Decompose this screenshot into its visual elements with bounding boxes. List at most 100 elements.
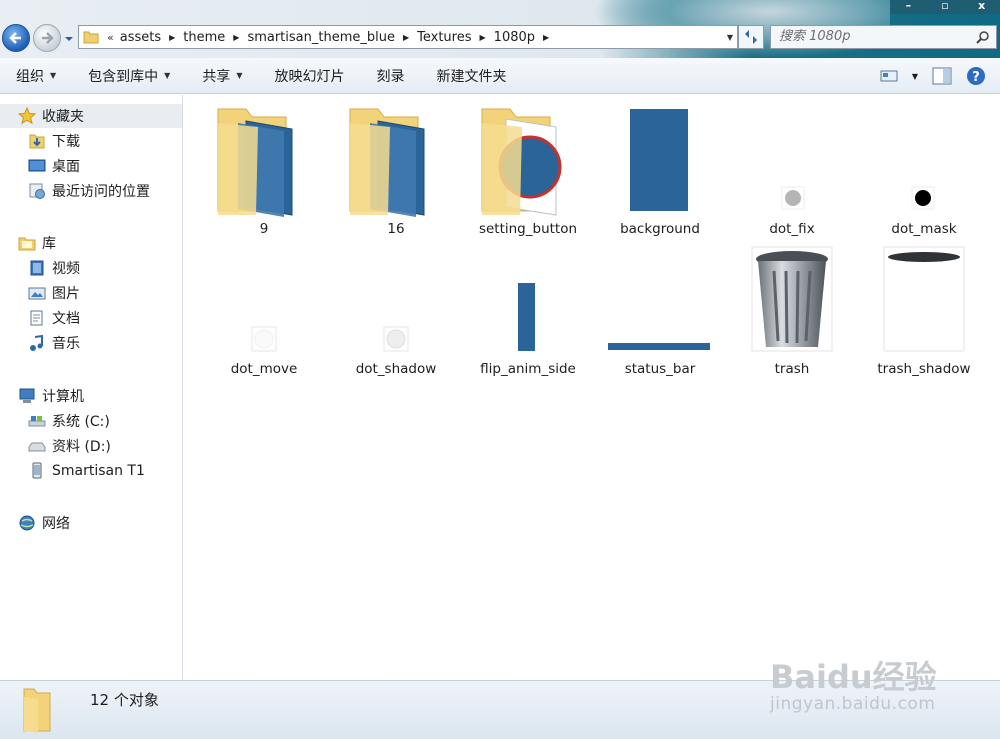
refresh-icon xyxy=(745,30,757,44)
search-icon[interactable] xyxy=(976,30,990,44)
folder-icon xyxy=(83,31,99,44)
folder-icon xyxy=(330,103,462,221)
breadcrumb-arrow-icon[interactable]: ▶ xyxy=(169,33,175,42)
breadcrumb-item[interactable]: theme ▶ xyxy=(183,30,247,45)
window-controls: – ▫ x xyxy=(890,0,1000,14)
sidebar-item-desktop[interactable]: 桌面 xyxy=(0,154,182,178)
image-thumbnail xyxy=(462,243,594,361)
new-folder-button[interactable]: 新建文件夹 xyxy=(420,66,522,86)
close-button[interactable]: x xyxy=(963,0,1000,14)
downloads-folder-icon xyxy=(28,132,46,150)
file-item-dot-mask[interactable]: dot_mask xyxy=(858,103,990,237)
file-item-background[interactable]: background xyxy=(594,103,726,237)
file-item-dot-shadow[interactable]: dot_shadow xyxy=(330,243,462,377)
desktop-icon xyxy=(28,157,46,175)
system-drive-icon xyxy=(28,412,46,430)
file-item-status-bar[interactable]: status_bar xyxy=(594,243,726,377)
video-icon xyxy=(28,259,46,277)
computer-icon xyxy=(18,387,36,405)
library-icon xyxy=(18,234,36,252)
sidebar-item-drive-c[interactable]: 系统 (C:) xyxy=(0,409,182,433)
slideshow-button[interactable]: 放映幻灯片 xyxy=(258,66,360,86)
breadcrumb-arrow-icon[interactable]: ▶ xyxy=(233,33,239,42)
sidebar-item-drive-d[interactable]: 资料 (D:) xyxy=(0,434,182,458)
image-thumbnail xyxy=(594,243,726,361)
documents-icon xyxy=(28,309,46,327)
recent-places-icon xyxy=(28,182,46,200)
image-thumbnail xyxy=(594,103,726,221)
help-icon[interactable]: ? xyxy=(966,66,986,86)
sidebar-item-pictures[interactable]: 图片 xyxy=(0,281,182,305)
breadcrumb-arrow-icon[interactable]: ▶ xyxy=(480,33,486,42)
image-thumbnail xyxy=(726,103,858,221)
folder-icon xyxy=(23,688,51,733)
file-item-folder-setting-button[interactable]: setting_button xyxy=(462,103,594,237)
share-menu[interactable]: 共享 ▼ xyxy=(186,66,258,86)
folder-icon xyxy=(198,103,330,221)
sidebar-item-music[interactable]: 音乐 xyxy=(0,331,182,355)
star-icon xyxy=(18,107,36,125)
file-list: 9 16 setting_button background dot_fix d… xyxy=(184,95,1000,680)
breadcrumb-arrow-icon[interactable]: ▶ xyxy=(403,33,409,42)
file-item-dot-fix[interactable]: dot_fix xyxy=(726,103,858,237)
svg-text:?: ? xyxy=(972,70,980,85)
image-thumbnail xyxy=(198,243,330,361)
sidebar-item-documents[interactable]: 文档 xyxy=(0,306,182,330)
organize-menu[interactable]: 组织 ▼ xyxy=(0,66,72,86)
address-history-dropdown-icon[interactable]: ▼ xyxy=(727,33,733,42)
include-library-menu[interactable]: 包含到库中 ▼ xyxy=(72,66,186,86)
breadcrumb-item[interactable]: Textures ▶ xyxy=(417,30,494,45)
preview-pane-icon[interactable] xyxy=(932,67,952,85)
sidebar-item-videos[interactable]: 视频 xyxy=(0,256,182,280)
navigation-pane: 收藏夹 下载 桌面 最近访问的位置 库 视频 图片 文档 音乐 计算机 系统 (… xyxy=(0,95,183,680)
file-item-trash-shadow[interactable]: trash_shadow xyxy=(858,243,990,377)
pictures-icon xyxy=(28,284,46,302)
overflow-chevron[interactable]: « xyxy=(107,31,114,44)
trash-icon xyxy=(726,243,858,361)
item-count: 12 个对象 xyxy=(90,691,159,709)
chevron-down-icon: ▼ xyxy=(50,71,57,80)
sidebar-item-network[interactable]: 网络 xyxy=(0,511,182,535)
watermark-url: jingyan.baidu.com xyxy=(770,694,936,714)
file-item-folder-9[interactable]: 9 xyxy=(198,103,330,237)
minimize-button[interactable]: – xyxy=(890,0,927,14)
image-thumbnail xyxy=(330,243,462,361)
file-item-folder-16[interactable]: 16 xyxy=(330,103,462,237)
sidebar-item-downloads[interactable]: 下载 xyxy=(0,129,182,153)
sidebar-item-recent[interactable]: 最近访问的位置 xyxy=(0,179,182,203)
hard-drive-icon xyxy=(28,437,46,455)
chevron-down-icon: ▼ xyxy=(164,71,171,80)
watermark-brand: Baidu经验 xyxy=(770,658,937,696)
refresh-button[interactable] xyxy=(738,25,764,49)
forward-button[interactable] xyxy=(33,24,61,52)
image-thumbnail xyxy=(858,103,990,221)
title-bar: – ▫ x « assets ▶ theme ▶ smartisan_theme_b… xyxy=(0,0,1000,58)
sidebar-item-computer[interactable]: 计算机 xyxy=(0,384,182,408)
maximize-button[interactable]: ▫ xyxy=(927,0,964,14)
file-item-flip-anim-side[interactable]: flip_anim_side xyxy=(462,243,594,377)
folder-icon xyxy=(462,103,594,221)
view-options-icon[interactable] xyxy=(880,69,898,83)
breadcrumb-item[interactable]: assets ▶ xyxy=(120,30,184,45)
file-item-trash[interactable]: trash xyxy=(726,243,858,377)
file-item-dot-move[interactable]: dot_move xyxy=(198,243,330,377)
music-icon xyxy=(28,334,46,352)
breadcrumb-item[interactable]: 1080p ▶ xyxy=(494,30,558,45)
breadcrumb-item[interactable]: smartisan_theme_blue ▶ xyxy=(247,30,417,45)
view-dropdown-icon[interactable]: ▼ xyxy=(912,72,918,81)
network-icon xyxy=(18,514,36,532)
phone-icon xyxy=(28,462,46,480)
search-input[interactable]: 搜索 1080p xyxy=(770,25,997,49)
command-bar: 组织 ▼ 包含到库中 ▼ 共享 ▼ 放映幻灯片 刻录 新建文件夹 ▼ ? xyxy=(0,58,1000,94)
chevron-down-icon: ▼ xyxy=(236,71,243,80)
sidebar-item-device[interactable]: Smartisan T1 xyxy=(0,459,182,483)
recent-pages-dropdown-icon[interactable] xyxy=(64,34,74,44)
arrow-left-icon xyxy=(9,32,21,44)
back-button[interactable] xyxy=(2,24,30,52)
breadcrumb-arrow-icon[interactable]: ▶ xyxy=(543,33,549,42)
burn-button[interactable]: 刻录 xyxy=(360,66,420,86)
address-bar[interactable]: « assets ▶ theme ▶ smartisan_theme_blue ▶ T… xyxy=(78,25,738,49)
sidebar-item-libraries[interactable]: 库 xyxy=(0,231,182,255)
sidebar-item-favorites[interactable]: 收藏夹 xyxy=(0,104,182,128)
arrow-right-icon xyxy=(42,32,54,44)
